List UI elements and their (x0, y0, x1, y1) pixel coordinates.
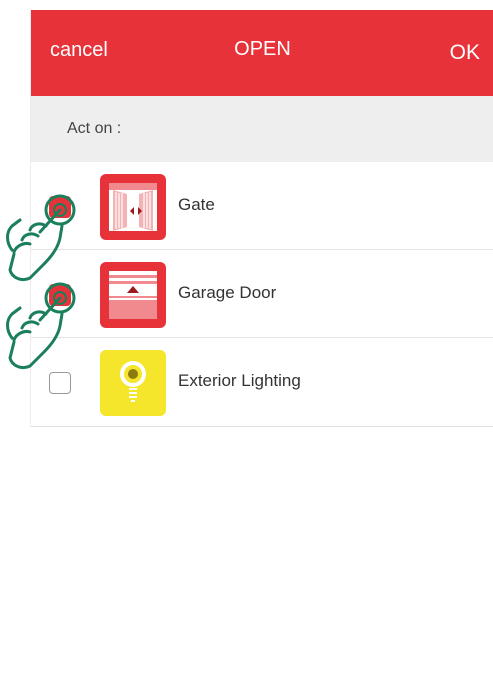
header-bar: cancel OPEN OK (31, 10, 493, 96)
exterior-lighting-icon (100, 350, 166, 416)
gate-label: Gate (178, 195, 215, 214)
list-item-gate[interactable]: Gate (31, 162, 493, 250)
act-on-label: Act on : (67, 120, 122, 137)
ok-button[interactable]: OK (450, 41, 480, 65)
garage-door-checkbox[interactable] (49, 284, 71, 306)
device-list: Gate Garage Door Exterior Lighting (31, 162, 493, 425)
dialog-screen: cancel OPEN OK Act on : Gate Garage Door… (30, 10, 493, 427)
exterior-lighting-label: Exterior Lighting (178, 371, 301, 390)
garage-door-label: Garage Door (178, 283, 277, 302)
page-title: OPEN (234, 38, 291, 60)
garage-door-icon (100, 262, 166, 328)
list-item-garage-door[interactable]: Garage Door (31, 250, 493, 338)
gate-icon (100, 174, 166, 240)
gate-checkbox[interactable] (49, 196, 71, 218)
list-item-exterior-lighting[interactable]: Exterior Lighting (31, 338, 493, 425)
act-on-section-header: Act on : (31, 96, 493, 162)
exterior-lighting-checkbox[interactable] (49, 372, 71, 394)
